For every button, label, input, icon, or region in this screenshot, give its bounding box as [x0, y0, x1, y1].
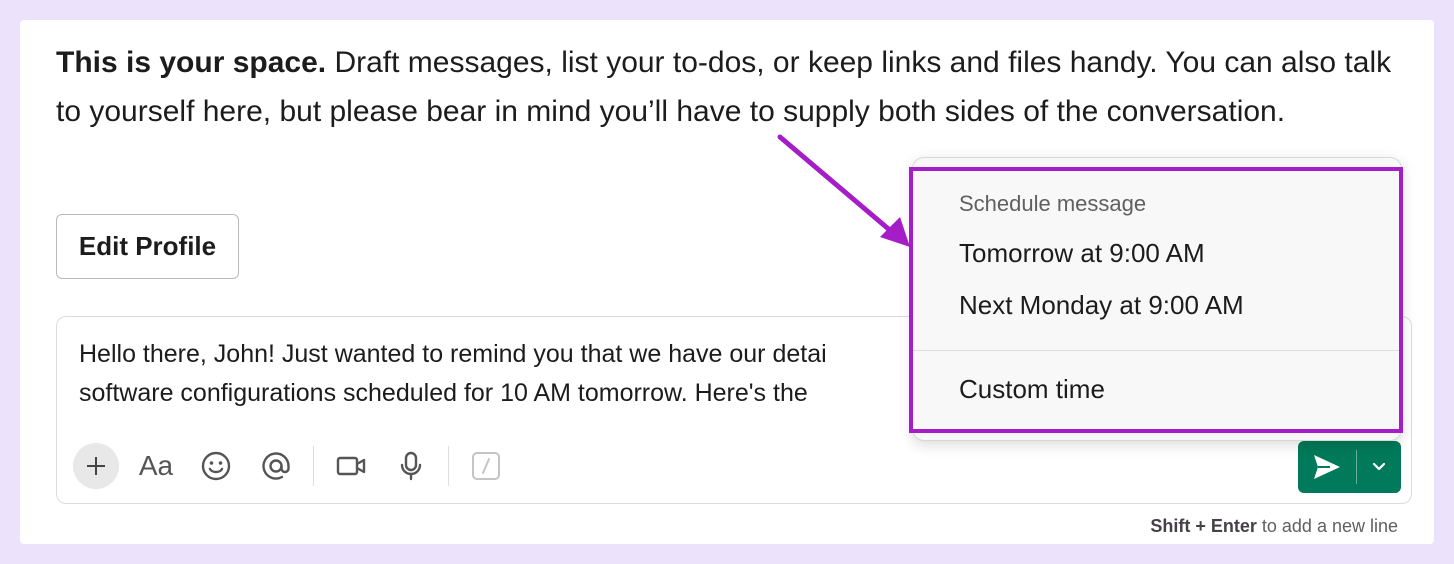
microphone-icon[interactable] — [388, 443, 434, 489]
toolbar-divider — [313, 446, 314, 486]
chevron-down-icon — [1372, 462, 1386, 471]
edit-profile-button[interactable]: Edit Profile — [56, 214, 239, 279]
hint-text: to add a new line — [1256, 516, 1398, 536]
toolbar-divider — [448, 446, 449, 486]
hint-keys: Shift + Enter — [1150, 516, 1257, 536]
video-icon[interactable] — [328, 443, 374, 489]
intro-bold: This is your space. — [56, 46, 327, 79]
intro-text: This is your space. Draft messages, list… — [56, 38, 1416, 136]
slash-command-icon[interactable] — [463, 443, 509, 489]
highlight-box — [909, 167, 1403, 433]
emoji-icon[interactable] — [193, 443, 239, 489]
newline-hint: Shift + Enter to add a new line — [1150, 516, 1398, 537]
send-button[interactable] — [1298, 441, 1356, 493]
send-icon — [1314, 455, 1340, 479]
schedule-menu-button[interactable] — [1357, 441, 1401, 493]
send-button-group — [1298, 441, 1401, 493]
plus-icon[interactable] — [73, 443, 119, 489]
annotation-arrow — [777, 134, 910, 247]
format-label: Aa — [138, 450, 174, 481]
format-icon[interactable]: Aa — [133, 443, 179, 489]
composer-toolbar: Aa — [73, 443, 523, 489]
mention-icon[interactable] — [253, 443, 299, 489]
